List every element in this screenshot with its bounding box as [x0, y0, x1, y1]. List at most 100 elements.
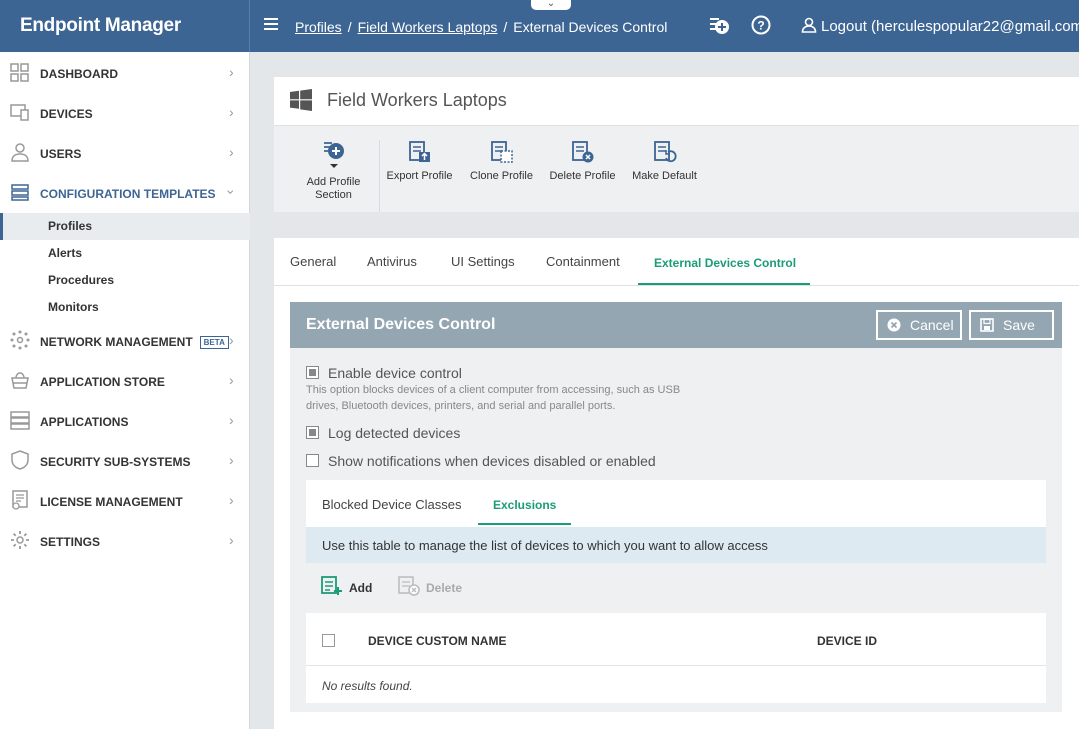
log-detected-devices-checkbox[interactable] — [306, 426, 319, 439]
sidebar-item-dashboard[interactable]: DASHBOARD › — [0, 53, 250, 93]
sidebar-item-network-management[interactable]: NETWORK MANAGEMENT BETA › — [0, 321, 250, 361]
table-actions: Add Delete — [306, 563, 1046, 613]
sidebar-subitem-profiles[interactable]: Profiles — [0, 213, 250, 240]
save-icon — [980, 318, 994, 332]
delete-button[interactable]: Delete — [398, 576, 463, 596]
make-default-button[interactable]: Make Default — [627, 140, 702, 183]
column-device-id[interactable]: DEVICE ID — [817, 634, 877, 648]
logout-link[interactable]: Logout (herculespopular22@gmail.com) — [801, 17, 1079, 35]
tab-containment[interactable]: Containment — [546, 254, 620, 269]
export-icon — [408, 141, 430, 162]
app-title: Endpoint Manager — [0, 0, 250, 52]
user-icon — [11, 143, 29, 162]
chevron-right-icon: › — [229, 332, 234, 348]
add-label: Add — [349, 581, 373, 595]
sidebar-subitem-procedures[interactable]: Procedures — [0, 267, 250, 294]
select-all-checkbox[interactable] — [322, 634, 335, 647]
tab-blocked-device-classes[interactable]: Blocked Device Classes — [322, 497, 461, 512]
tab-general[interactable]: General — [290, 254, 336, 269]
sidebar-label: APPLICATION STORE — [40, 375, 165, 389]
dashboard-icon — [10, 63, 29, 82]
logout-label: Logout (herculespopular22@gmail.com) — [821, 18, 1079, 35]
collapse-handle[interactable]: ⌄ — [531, 0, 571, 10]
tool-label: Add Profile Section — [306, 176, 361, 201]
save-label: Save — [1003, 317, 1035, 333]
column-device-custom-name[interactable]: DEVICE CUSTOM NAME — [368, 634, 506, 648]
store-icon — [11, 372, 29, 389]
sidebar-label-text: NETWORK MANAGEMENT — [40, 335, 193, 349]
add-profile-section-button[interactable]: Add Profile Section — [288, 140, 380, 212]
devices-icon — [10, 104, 29, 121]
sidebar-item-license-management[interactable]: LICENSE MANAGEMENT › — [0, 481, 250, 521]
sidebar-label: USERS — [40, 147, 82, 161]
panel-header: External Devices Control Cancel Save — [290, 302, 1062, 348]
chevron-right-icon: › — [229, 452, 234, 468]
sidebar-label: DASHBOARD — [40, 67, 118, 81]
tool-label: Make Default — [632, 170, 697, 182]
export-profile-button[interactable]: Export Profile — [382, 140, 457, 183]
sidebar-item-security-sub-systems[interactable]: SECURITY SUB-SYSTEMS › — [0, 441, 250, 481]
chevron-down-icon: › — [223, 189, 240, 195]
sidebar-label: DEVICES — [40, 107, 93, 121]
top-bar: Endpoint Manager ⌄ Profiles / Field Worker… — [0, 0, 1079, 52]
chevron-right-icon: › — [229, 144, 234, 160]
applications-icon — [10, 411, 30, 430]
clone-profile-button[interactable]: Clone Profile — [464, 140, 539, 183]
delete-label: Delete — [426, 581, 463, 595]
sidebar-label: APPLICATIONS — [40, 415, 129, 429]
breadcrumb-current: External Devices Control — [513, 19, 668, 35]
chevron-right-icon: › — [229, 532, 234, 548]
active-tab-indicator — [638, 283, 810, 285]
tool-label: Export Profile — [386, 170, 453, 182]
tool-label: Delete Profile — [549, 170, 616, 182]
tab-ui-settings[interactable]: UI Settings — [451, 254, 515, 269]
save-button[interactable]: Save — [969, 310, 1054, 340]
cancel-label: Cancel — [910, 317, 954, 333]
chevron-right-icon: › — [229, 64, 234, 80]
network-icon — [10, 330, 30, 350]
sidebar-subitem-monitors[interactable]: Monitors — [0, 294, 250, 321]
menu-icon[interactable] — [264, 18, 278, 32]
shield-icon — [11, 450, 29, 470]
windows-icon — [290, 89, 312, 111]
enable-device-control-checkbox[interactable] — [306, 366, 319, 379]
add-icon — [321, 576, 342, 595]
tab-external-devices-control[interactable]: External Devices Control — [654, 256, 796, 270]
enable-device-control-hint: This option blocks devices of a client c… — [306, 384, 681, 412]
breadcrumb-profiles[interactable]: Profiles — [295, 19, 342, 35]
breadcrumb-profile[interactable]: Field Workers Laptops — [358, 19, 498, 35]
user-icon — [801, 17, 817, 33]
add-shortcut-icon[interactable] — [708, 14, 730, 36]
sidebar-item-applications[interactable]: APPLICATIONS › — [0, 401, 250, 441]
sidebar-item-users[interactable]: USERS › — [0, 133, 250, 173]
delete-profile-button[interactable]: Delete Profile — [545, 140, 620, 183]
sidebar-label: SETTINGS — [40, 535, 101, 549]
enable-device-control-label: Enable device control — [328, 365, 462, 381]
sidebar-label: CONFIGURATION TEMPLATES — [40, 187, 216, 201]
sidebar-label: SECURITY SUB-SYSTEMS — [40, 455, 191, 469]
gear-icon — [11, 531, 29, 549]
chevron-right-icon: › — [229, 412, 234, 428]
panel-title: External Devices Control — [306, 316, 496, 333]
sidebar-item-settings[interactable]: SETTINGS › — [0, 521, 250, 561]
sidebar-subitem-alerts[interactable]: Alerts — [0, 240, 250, 267]
sidebar-item-configuration-templates[interactable]: CONFIGURATION TEMPLATES › — [0, 173, 250, 213]
sidebar-item-application-store[interactable]: APPLICATION STORE › — [0, 361, 250, 401]
sidebar: DASHBOARD › DEVICES › USERS › CONFIGURATION… — [0, 52, 250, 729]
profile-header: Field Workers Laptops Add Profile Sectio… — [274, 77, 1079, 212]
log-detected-devices-label: Log detected devices — [328, 425, 461, 441]
tab-antivirus[interactable]: Antivirus — [367, 254, 417, 269]
profile-title: Field Workers Laptops — [327, 90, 507, 110]
make-default-icon — [653, 141, 677, 163]
add-button[interactable]: Add — [321, 576, 373, 595]
external-devices-panel: External Devices Control Cancel Save Ena… — [290, 302, 1062, 712]
exclusions-section: Blocked Device Classes Exclusions Use th… — [306, 480, 1046, 703]
license-icon — [12, 490, 28, 510]
tab-exclusions[interactable]: Exclusions — [493, 498, 556, 512]
info-message: Use this table to manage the list of dev… — [306, 527, 1046, 563]
help-icon[interactable]: ? — [750, 14, 772, 36]
profile-toolbar: Add Profile Section Export Profile Clone… — [274, 125, 1079, 212]
cancel-button[interactable]: Cancel — [876, 310, 962, 340]
sidebar-item-devices[interactable]: DEVICES › — [0, 93, 250, 133]
show-notifications-checkbox[interactable] — [306, 454, 319, 467]
